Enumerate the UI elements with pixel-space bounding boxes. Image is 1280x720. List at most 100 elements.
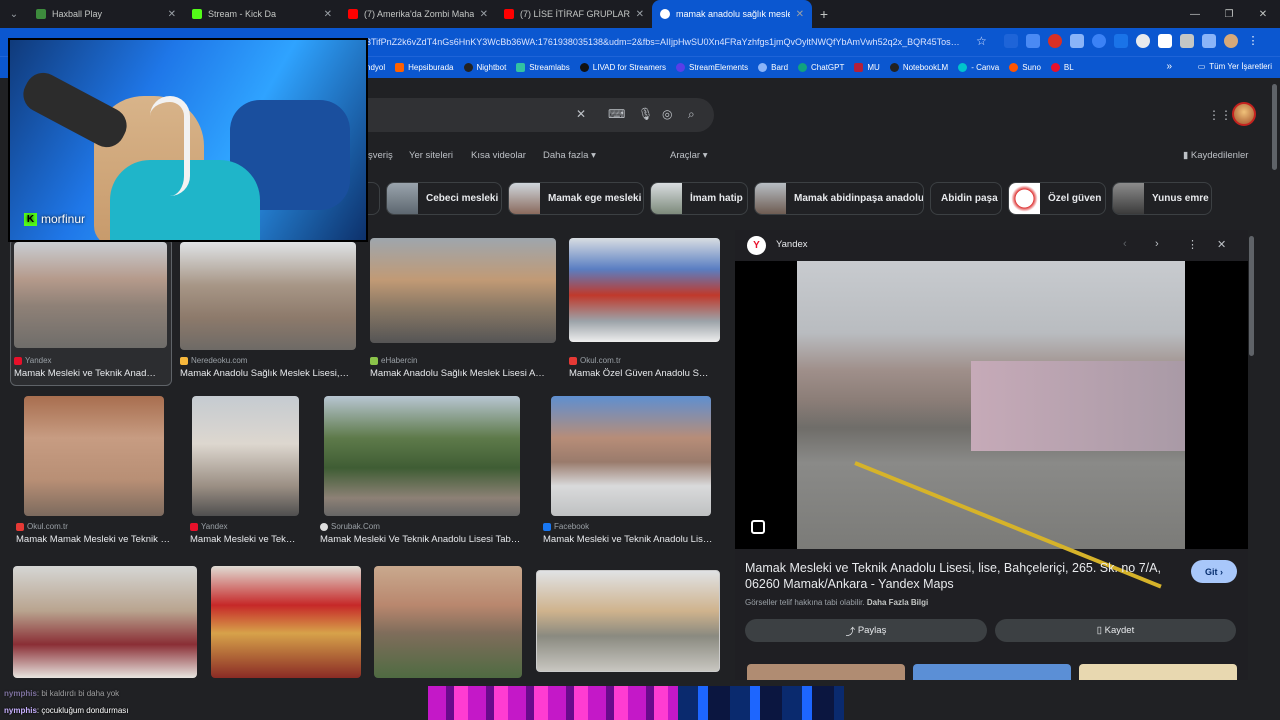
diamond-icon[interactable] [1158,34,1172,48]
search-icon[interactable]: ⌕ [688,107,695,122]
close-icon[interactable]: ✕ [480,9,488,20]
tab-search-button[interactable]: ⌄ [0,0,28,28]
chevron-right-icon[interactable]: » [1166,61,1172,72]
keyboard-icon[interactable]: ⌨ [608,107,625,121]
extension-icon[interactable] [1048,34,1062,48]
nav-tools[interactable]: Araçlar ▾ [670,150,708,161]
result-title[interactable]: Mamak Özel Güven Anadolu S… [569,368,719,379]
puzzle-icon[interactable] [1180,34,1194,48]
tab-youtube-lise[interactable]: (7) LİSE İTİRAF GRUPLARINA S… ✕ [496,0,652,28]
bard-icon [758,63,768,72]
chip-yunus-emre[interactable]: Yunus emre [1112,182,1212,215]
profile-avatar[interactable] [1224,34,1238,48]
nav-sites[interactable]: Yer siteleri [409,150,453,161]
tab-kick[interactable]: Stream - Kick Da ✕ [184,0,340,28]
saved-button[interactable]: ▮ Kaydedilenler [1183,150,1248,161]
lens-icon[interactable]: ◎ [662,107,672,121]
extension-icon[interactable] [1092,34,1106,48]
result-title[interactable]: Mamak Anadolu Sağlık Meslek Lisesi A… [370,368,554,379]
address-bar[interactable]: 3TifPnZ2k6vZdT4nGs6HnKY3WcBb36WA:1761938… [366,32,992,52]
minimize-icon[interactable]: — [1178,9,1212,20]
bookmark-label: Streamlabs [529,63,570,72]
bookmark-icon: ▯ [1096,625,1102,636]
save-button[interactable]: ▯ Kaydet [995,619,1236,642]
result-title[interactable]: Mamak Mesleki ve Teknik Anad… [14,368,164,379]
bookmark-item[interactable]: MU [854,63,880,72]
bookmark-item[interactable]: Suno [1009,63,1041,72]
preview-source[interactable]: Yandex [776,239,808,250]
result-title[interactable]: Mamak Mesleki Ve Teknik Anadolu Lisesi T… [320,534,526,545]
page-scrollbar[interactable] [1272,84,1277,170]
lens-icon[interactable] [751,520,765,534]
close-icon[interactable]: ✕ [324,9,332,20]
chip-imam-hatip[interactable]: İmam hatip [650,182,748,215]
haxball-icon [36,9,46,19]
all-bookmarks-folder[interactable]: ▭ Tüm Yer İşaretleri [1198,62,1272,71]
nav-shopping[interactable]: şveriş [368,150,393,161]
more-info-link[interactable]: Daha Fazla Bilgi [867,598,928,607]
close-icon[interactable]: ✕ [576,107,586,121]
bookmark-item[interactable]: ndyol [366,63,385,72]
tab-youtube-zombi[interactable]: (7) Amerika'da Zombi Mahalle… ✕ [340,0,496,28]
star-icon[interactable]: ☆ [976,34,987,48]
chip-label: Cebeci mesleki [426,193,499,204]
bookmark-item[interactable]: NotebookLM [889,63,948,72]
chip-mamak-ege[interactable]: Mamak ege mesleki [508,182,644,215]
nav-more[interactable]: Daha fazla ▾ [543,150,596,161]
chip-ozel-guven[interactable]: Özel güven [1008,182,1106,215]
bookmark-item[interactable]: Streamlabs [516,63,570,72]
building-facade [971,361,1185,451]
visit-button[interactable]: Git › [1191,560,1237,583]
extension-icon[interactable] [1070,34,1084,48]
apps-grid-icon[interactable]: ⋮⋮ [1208,108,1232,122]
bookmark-item[interactable]: LIVAD for Streamers [579,63,666,72]
extension-icon[interactable] [1026,34,1040,48]
bookmark-item[interactable]: - Canva [958,63,999,72]
close-icon[interactable]: ✕ [168,9,176,20]
result-title[interactable]: Mamak Mamak Mesleki ve Teknik … [16,534,172,545]
chevron-right-icon[interactable]: › [1155,238,1159,250]
preview-title[interactable]: Mamak Mesleki ve Teknik Anadolu Lisesi, … [745,560,1175,592]
chip-abidin-pasa[interactable]: Abidin paşa [930,182,1002,215]
close-icon[interactable]: ✕ [796,9,804,20]
result-title[interactable]: Mamak Mesleki ve Tek… [190,534,302,545]
reading-list-icon[interactable] [1202,34,1216,48]
bookmark-item[interactable]: Hepsiburada [395,63,454,72]
related-thumbnail[interactable] [747,664,905,680]
panel-scrollbar[interactable] [1249,236,1254,356]
close-icon[interactable]: ✕ [1217,238,1226,251]
nav-short-videos[interactable]: Kısa videolar [471,150,526,161]
preview-image[interactable] [735,261,1248,589]
extension-icon[interactable] [1136,34,1150,48]
shield-icon[interactable] [1114,34,1128,48]
account-avatar[interactable] [1232,102,1256,126]
bookmark-item[interactable]: Nightbot [463,63,506,72]
streamer-name: morfinur [41,212,86,226]
chip-abidinpasa[interactable]: Mamak abidinpaşa anadolu [754,182,924,215]
more-vert-icon[interactable]: ⋮ [1246,34,1260,48]
chevron-left-icon[interactable]: ‹ [1123,238,1127,250]
share-button[interactable]: ⤴ Paylaş [745,619,987,642]
bookmark-item[interactable]: Bard [758,63,788,72]
new-tab-button[interactable]: + [812,6,836,22]
related-thumbnail[interactable] [913,664,1071,680]
bookmark-item[interactable]: BL [1050,63,1074,72]
streamelements-icon [675,63,685,72]
search-input[interactable]: ✕ ⌨ 🎙 ◎ ⌕ [360,98,714,132]
maximize-icon[interactable]: ❐ [1212,9,1246,20]
chip-cebeci[interactable]: Cebeci mesleki [386,182,502,215]
close-icon[interactable]: ✕ [636,9,644,20]
bookmark-item[interactable]: StreamElements [675,63,748,72]
result-title[interactable]: Mamak Mesleki ve Teknik Anadolu Lis… [543,534,717,545]
chip-thumbnail [1009,183,1040,214]
bookmark-item[interactable]: ChatGPT [798,63,844,72]
tab-haxball[interactable]: Haxball Play ✕ [28,0,184,28]
related-thumbnail[interactable] [1079,664,1237,680]
result-title[interactable]: Mamak Anadolu Sağlık Meslek Lisesi,… [180,368,356,379]
more-vert-icon[interactable]: ⋮ [1187,238,1198,251]
tab-google-search[interactable]: mamak anadolu sağlık meslek ✕ [652,0,812,28]
window-close-icon[interactable]: ✕ [1246,9,1280,20]
result-source: Neredeoku.com [180,356,247,365]
extension-icon[interactable] [1004,34,1018,48]
mic-icon[interactable]: 🎙 [638,107,653,121]
